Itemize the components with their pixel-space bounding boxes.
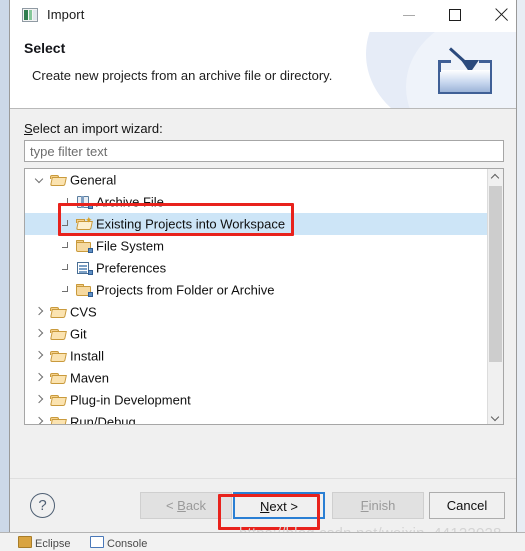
open-folder-icon [50, 393, 67, 407]
tree-item-label: Preferences [96, 260, 167, 276]
taskbar-strip: Eclipse Console [0, 532, 525, 551]
taskbar-item-1-label: Console [107, 538, 148, 550]
tree-item-cvs[interactable]: CVS [25, 301, 487, 323]
tree-item-label: Git [70, 326, 87, 342]
window-icon [90, 536, 104, 548]
tree-item-label: Projects from Folder or Archive [96, 282, 275, 298]
next-accesskey: N [260, 499, 270, 514]
taskbar-item-0[interactable]: Eclipse [18, 536, 70, 551]
tree-item-label: Run/Debug [70, 414, 136, 424]
twisty-collapsed-icon[interactable] [35, 351, 44, 360]
back-button[interactable]: < Back [140, 492, 232, 519]
scrollbar-thumb[interactable] [489, 186, 502, 362]
open-folder-icon [50, 415, 67, 424]
maximize-icon [449, 9, 461, 21]
minimize-icon [403, 15, 415, 16]
import-tray-icon [436, 46, 494, 96]
close-icon [494, 8, 508, 22]
tree-item-projects-from-folder-or-archive[interactable]: Projects from Folder or Archive [25, 279, 487, 301]
tree-item-file-system[interactable]: File System [25, 235, 487, 257]
archive-file-icon [76, 195, 93, 209]
dialog-title: Import [47, 7, 85, 22]
minimize-button[interactable] [387, 0, 432, 30]
open-folder-icon [50, 305, 67, 319]
desktop-left-strip [0, 0, 9, 532]
tree-item-label: General [70, 172, 117, 188]
tree-item-maven[interactable]: Maven [25, 367, 487, 389]
finish-accesskey: F [360, 498, 369, 513]
dialog-content: Select an import wizard: General Archive … [10, 109, 516, 478]
import-dialog: Import Select Create new projects from a… [9, 0, 517, 533]
close-button[interactable] [479, 0, 524, 30]
tree-item-label: File System [96, 238, 164, 254]
preferences-icon [76, 261, 93, 275]
tree-item-preferences[interactable]: Preferences [25, 257, 487, 279]
filter-label-rest: elect an import wizard: [32, 121, 163, 136]
back-accesskey: B [177, 498, 186, 513]
help-button[interactable]: ? [30, 493, 55, 518]
folder-icon [18, 536, 32, 548]
folder-archive-icon [76, 283, 93, 297]
tree-item-git[interactable]: Git [25, 323, 487, 345]
tree-scrollbar[interactable] [487, 169, 503, 424]
maximize-button[interactable] [433, 0, 478, 30]
filter-input[interactable] [24, 140, 504, 162]
finish-button[interactable]: Finish [332, 492, 424, 519]
tree-item-general[interactable]: General [25, 169, 487, 191]
tree-item-run-debug[interactable]: Run/Debug [25, 411, 487, 424]
twisty-collapsed-icon[interactable] [35, 373, 44, 382]
tree-item-archive-file[interactable]: Archive File [25, 191, 487, 213]
twisty-collapsed-icon[interactable] [35, 329, 44, 338]
tree-item-label: Install [70, 348, 104, 364]
open-folder-icon [50, 327, 67, 341]
scroll-down-icon[interactable] [488, 408, 503, 424]
scroll-up-icon[interactable] [488, 169, 503, 185]
cancel-button[interactable]: Cancel [429, 492, 505, 519]
tree-item-label: CVS [70, 304, 97, 320]
taskbar-item-1[interactable]: Console [90, 536, 147, 551]
tree-rows-container: General Archive File ✦ Existing Projects in… [25, 169, 487, 424]
desktop-right-strip [517, 0, 525, 532]
banner-title: Select [24, 40, 66, 56]
twisty-collapsed-icon[interactable] [35, 395, 44, 404]
dialog-titlebar: Import [10, 0, 516, 32]
open-folder-icon [50, 349, 67, 363]
taskbar-item-0-label: Eclipse [35, 538, 71, 550]
tree-item-install[interactable]: Install [25, 345, 487, 367]
filter-label-accesskey: S [24, 121, 33, 136]
tree-item-label: Existing Projects into Workspace [96, 216, 286, 232]
tree-item-label: Archive File [96, 194, 164, 210]
tree-item-label: Plug-in Development [70, 392, 191, 408]
tree-item-existing-projects-into-workspace[interactable]: ✦ Existing Projects into Workspace [25, 213, 487, 235]
open-folder-icon [50, 173, 67, 187]
twisty-expanded-icon[interactable] [35, 175, 44, 184]
dialog-footer: ? < Back Next > Finish Cancel [10, 478, 516, 533]
import-wizard-tree[interactable]: General Archive File ✦ Existing Projects in… [24, 168, 504, 425]
wizard-banner: Select Create new projects from an archi… [10, 32, 516, 109]
twisty-collapsed-icon[interactable] [35, 417, 44, 424]
twisty-collapsed-icon[interactable] [35, 307, 44, 316]
open-folder-icon [50, 371, 67, 385]
file-system-icon [76, 239, 93, 253]
tree-item-plug-in-development[interactable]: Plug-in Development [25, 389, 487, 411]
next-button[interactable]: Next > [233, 492, 325, 519]
import-window-icon [22, 8, 38, 22]
tree-item-label: Maven [70, 370, 110, 386]
banner-description: Create new projects from an archive file… [32, 68, 333, 83]
existing-projects-icon: ✦ [76, 216, 93, 231]
filter-label: Select an import wizard: [24, 121, 163, 136]
